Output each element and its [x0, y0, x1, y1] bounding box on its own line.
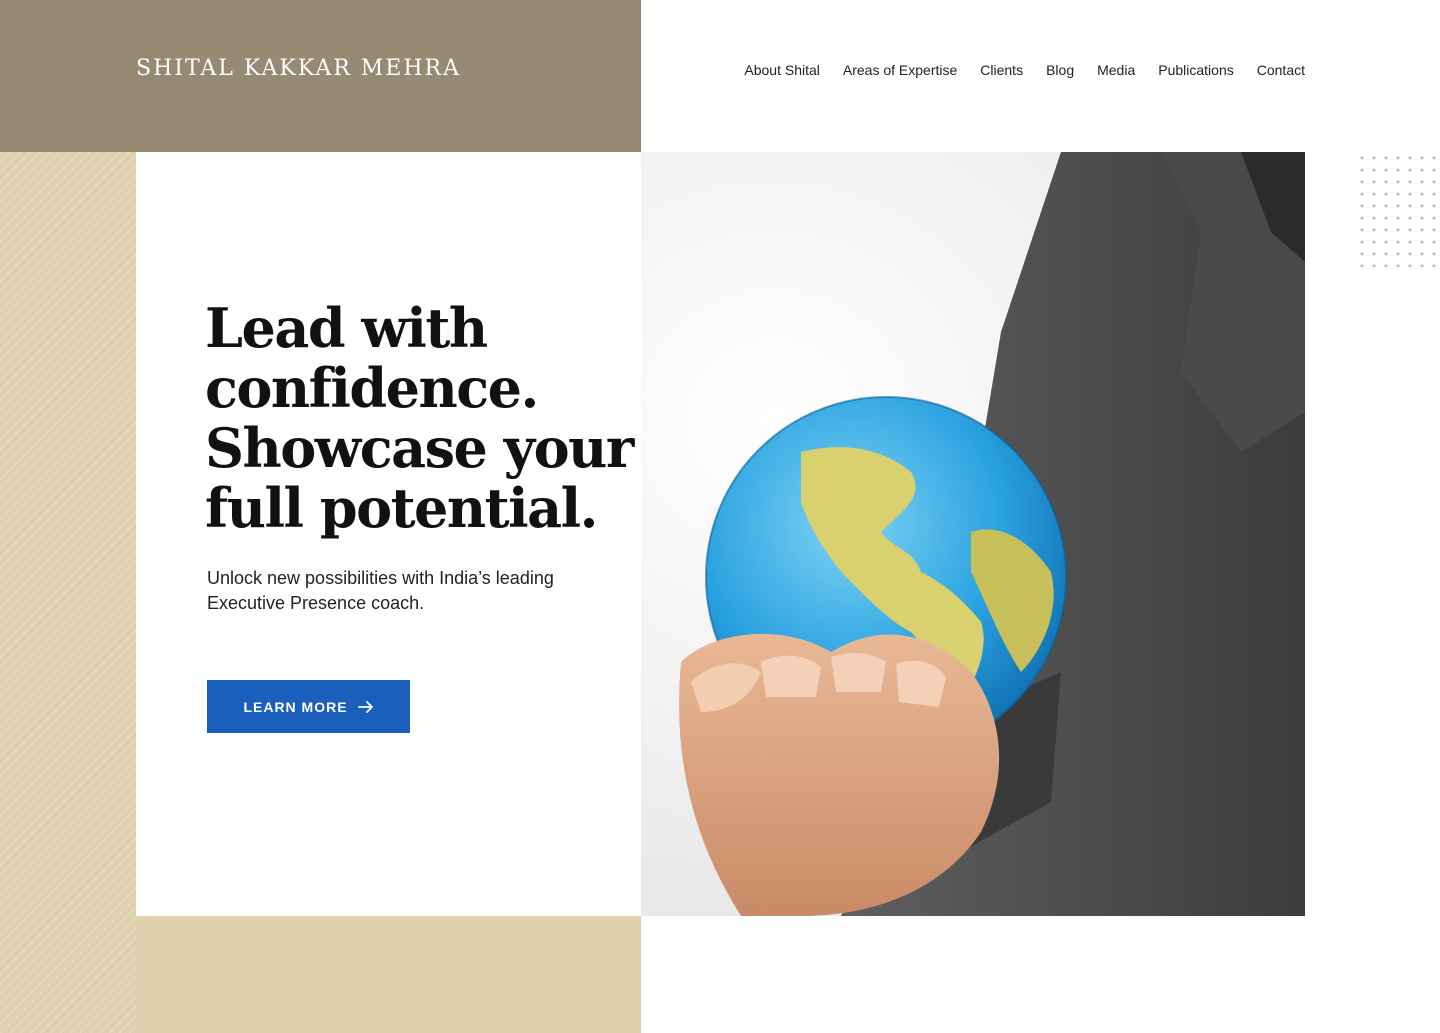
nav-item-publications[interactable]: Publications: [1158, 62, 1234, 78]
nav-item-about[interactable]: About Shital: [744, 62, 820, 78]
hero-headline: Lead with confidence. Showcase your full…: [205, 296, 634, 540]
decorative-dot-grid: [1356, 152, 1440, 267]
hero-image: [641, 152, 1305, 916]
learn-more-button[interactable]: LEARN MORE: [207, 680, 410, 733]
tan-footer-block: [136, 916, 641, 1033]
learn-more-label: LEARN MORE: [243, 698, 348, 715]
nav-item-media[interactable]: Media: [1097, 62, 1135, 78]
nav-item-clients[interactable]: Clients: [980, 62, 1023, 78]
hand-holding-globe-photo: [679, 152, 1305, 916]
site-logo[interactable]: SHITAL KAKKAR MEHRA: [136, 56, 461, 81]
arrow-right-icon: [357, 700, 374, 713]
main-nav: About Shital Areas of Expertise Clients …: [744, 62, 1305, 78]
hero-subtext: Unlock new possibilities with India’s le…: [207, 568, 554, 613]
nav-item-blog[interactable]: Blog: [1046, 62, 1074, 78]
nav-item-contact[interactable]: Contact: [1257, 62, 1305, 78]
nav-item-expertise[interactable]: Areas of Expertise: [843, 62, 957, 78]
